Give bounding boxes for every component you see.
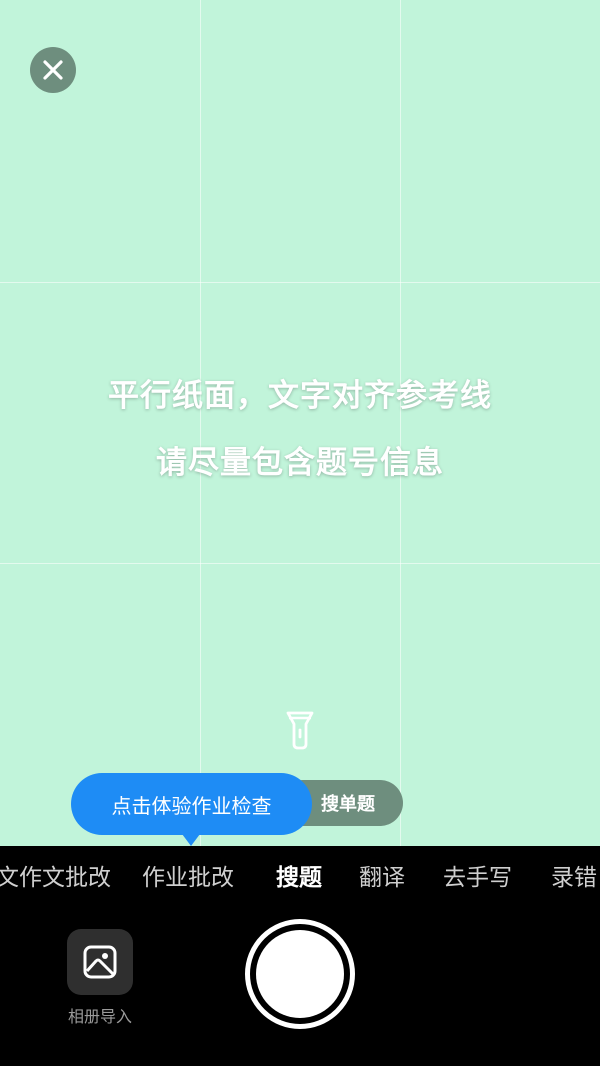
tooltip-text: 点击体验作业检查: [111, 793, 272, 818]
camera-viewfinder[interactable]: 平行纸面，文字对齐参考线 请尽量包含题号信息: [0, 0, 600, 846]
tab-homework-correction[interactable]: 作业批改: [142, 860, 234, 896]
tab-remove-handwriting[interactable]: 去手写: [443, 860, 512, 896]
flashlight-button[interactable]: [281, 709, 319, 751]
grid-line-vertical: [200, 0, 201, 846]
close-icon: [43, 60, 63, 80]
alignment-hint: 平行纸面，文字对齐参考线: [108, 378, 492, 414]
tab-record-mistakes[interactable]: 录错: [551, 860, 597, 896]
shutter-button[interactable]: [245, 919, 355, 1029]
mode-pill-label: 搜单题: [321, 794, 375, 815]
camera-screen: 平行纸面，文字对齐参考线 请尽量包含题号信息 搜单题 点击体验作业检查 文作文批…: [0, 0, 600, 1066]
tab-search-question[interactable]: 搜题: [276, 860, 322, 896]
flashlight-icon: [286, 711, 314, 750]
grid-line-horizontal: [0, 282, 600, 283]
image-icon: [83, 945, 117, 979]
album-import-label: 相册导入: [67, 1007, 132, 1026]
close-button[interactable]: [30, 47, 76, 93]
grid-line-vertical: [400, 0, 401, 846]
album-import-button[interactable]: [67, 929, 133, 995]
homework-check-tooltip[interactable]: 点击体验作业检查: [71, 773, 312, 835]
question-number-hint: 请尽量包含题号信息: [156, 445, 444, 481]
shutter-inner-circle: [256, 930, 344, 1018]
tooltip-pointer: [182, 834, 200, 846]
tab-translate[interactable]: 翻译: [359, 860, 405, 896]
grid-line-horizontal: [0, 563, 600, 564]
tab-essay-correction[interactable]: 文作文批改: [0, 860, 111, 896]
